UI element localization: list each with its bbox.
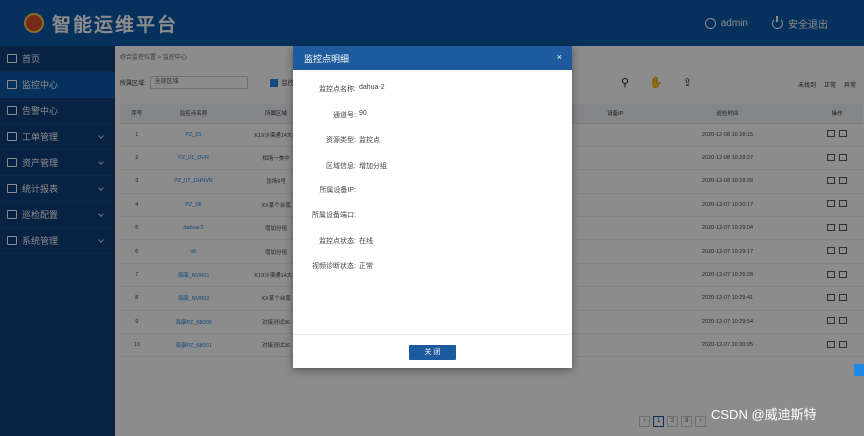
detail-modal: 监控点明细 × 监控点名称: dahua-2 通道号: 90 资源类型: 监控点 区域信息:…: [293, 46, 572, 368]
field-label: 监控点状态:: [319, 238, 356, 245]
modal-footer: 关 闭: [293, 334, 572, 368]
field-value: 正常: [359, 263, 373, 270]
field-label: 所属设备端口:: [312, 212, 356, 219]
modal-body: 监控点名称: dahua-2 通道号: 90 资源类型: 监控点 区域信息: 增加分组 所属设备…: [293, 70, 572, 334]
field-label: 通道号:: [333, 112, 356, 119]
modal-header: 监控点明细 ×: [293, 46, 572, 70]
close-icon[interactable]: ×: [557, 52, 562, 62]
side-float-badge[interactable]: [854, 364, 864, 376]
field-value: dahua-2: [359, 84, 385, 91]
watermark: CSDN @威迪斯特: [711, 407, 817, 422]
detail-field: 通道号: 90: [293, 110, 572, 120]
field-value: [356, 210, 359, 220]
detail-field: 监控点状态: 在线: [293, 236, 572, 246]
field-label: 资源类型:: [326, 137, 356, 144]
field-value: 监控点: [359, 137, 380, 144]
field-value: [356, 185, 359, 195]
field-label: 所属设备IP:: [319, 187, 356, 194]
detail-field: 所属设备端口:: [293, 210, 572, 220]
field-value: 90: [359, 110, 367, 117]
modal-title: 监控点明细: [304, 53, 350, 64]
detail-field: 资源类型: 监控点: [293, 135, 572, 145]
field-label: 区域信息:: [326, 163, 356, 170]
detail-field: 所属设备IP:: [293, 185, 572, 195]
close-button[interactable]: 关 闭: [409, 345, 456, 360]
detail-field: 区域信息: 增加分组: [293, 161, 572, 171]
field-value: 在线: [359, 238, 373, 245]
detail-field: 视频诊断状态: 正常: [293, 261, 572, 271]
field-label: 视频诊断状态:: [312, 263, 356, 270]
field-value: 增加分组: [359, 163, 387, 170]
field-label: 监控点名称:: [319, 86, 356, 93]
detail-field: 监控点名称: dahua-2: [293, 84, 572, 94]
